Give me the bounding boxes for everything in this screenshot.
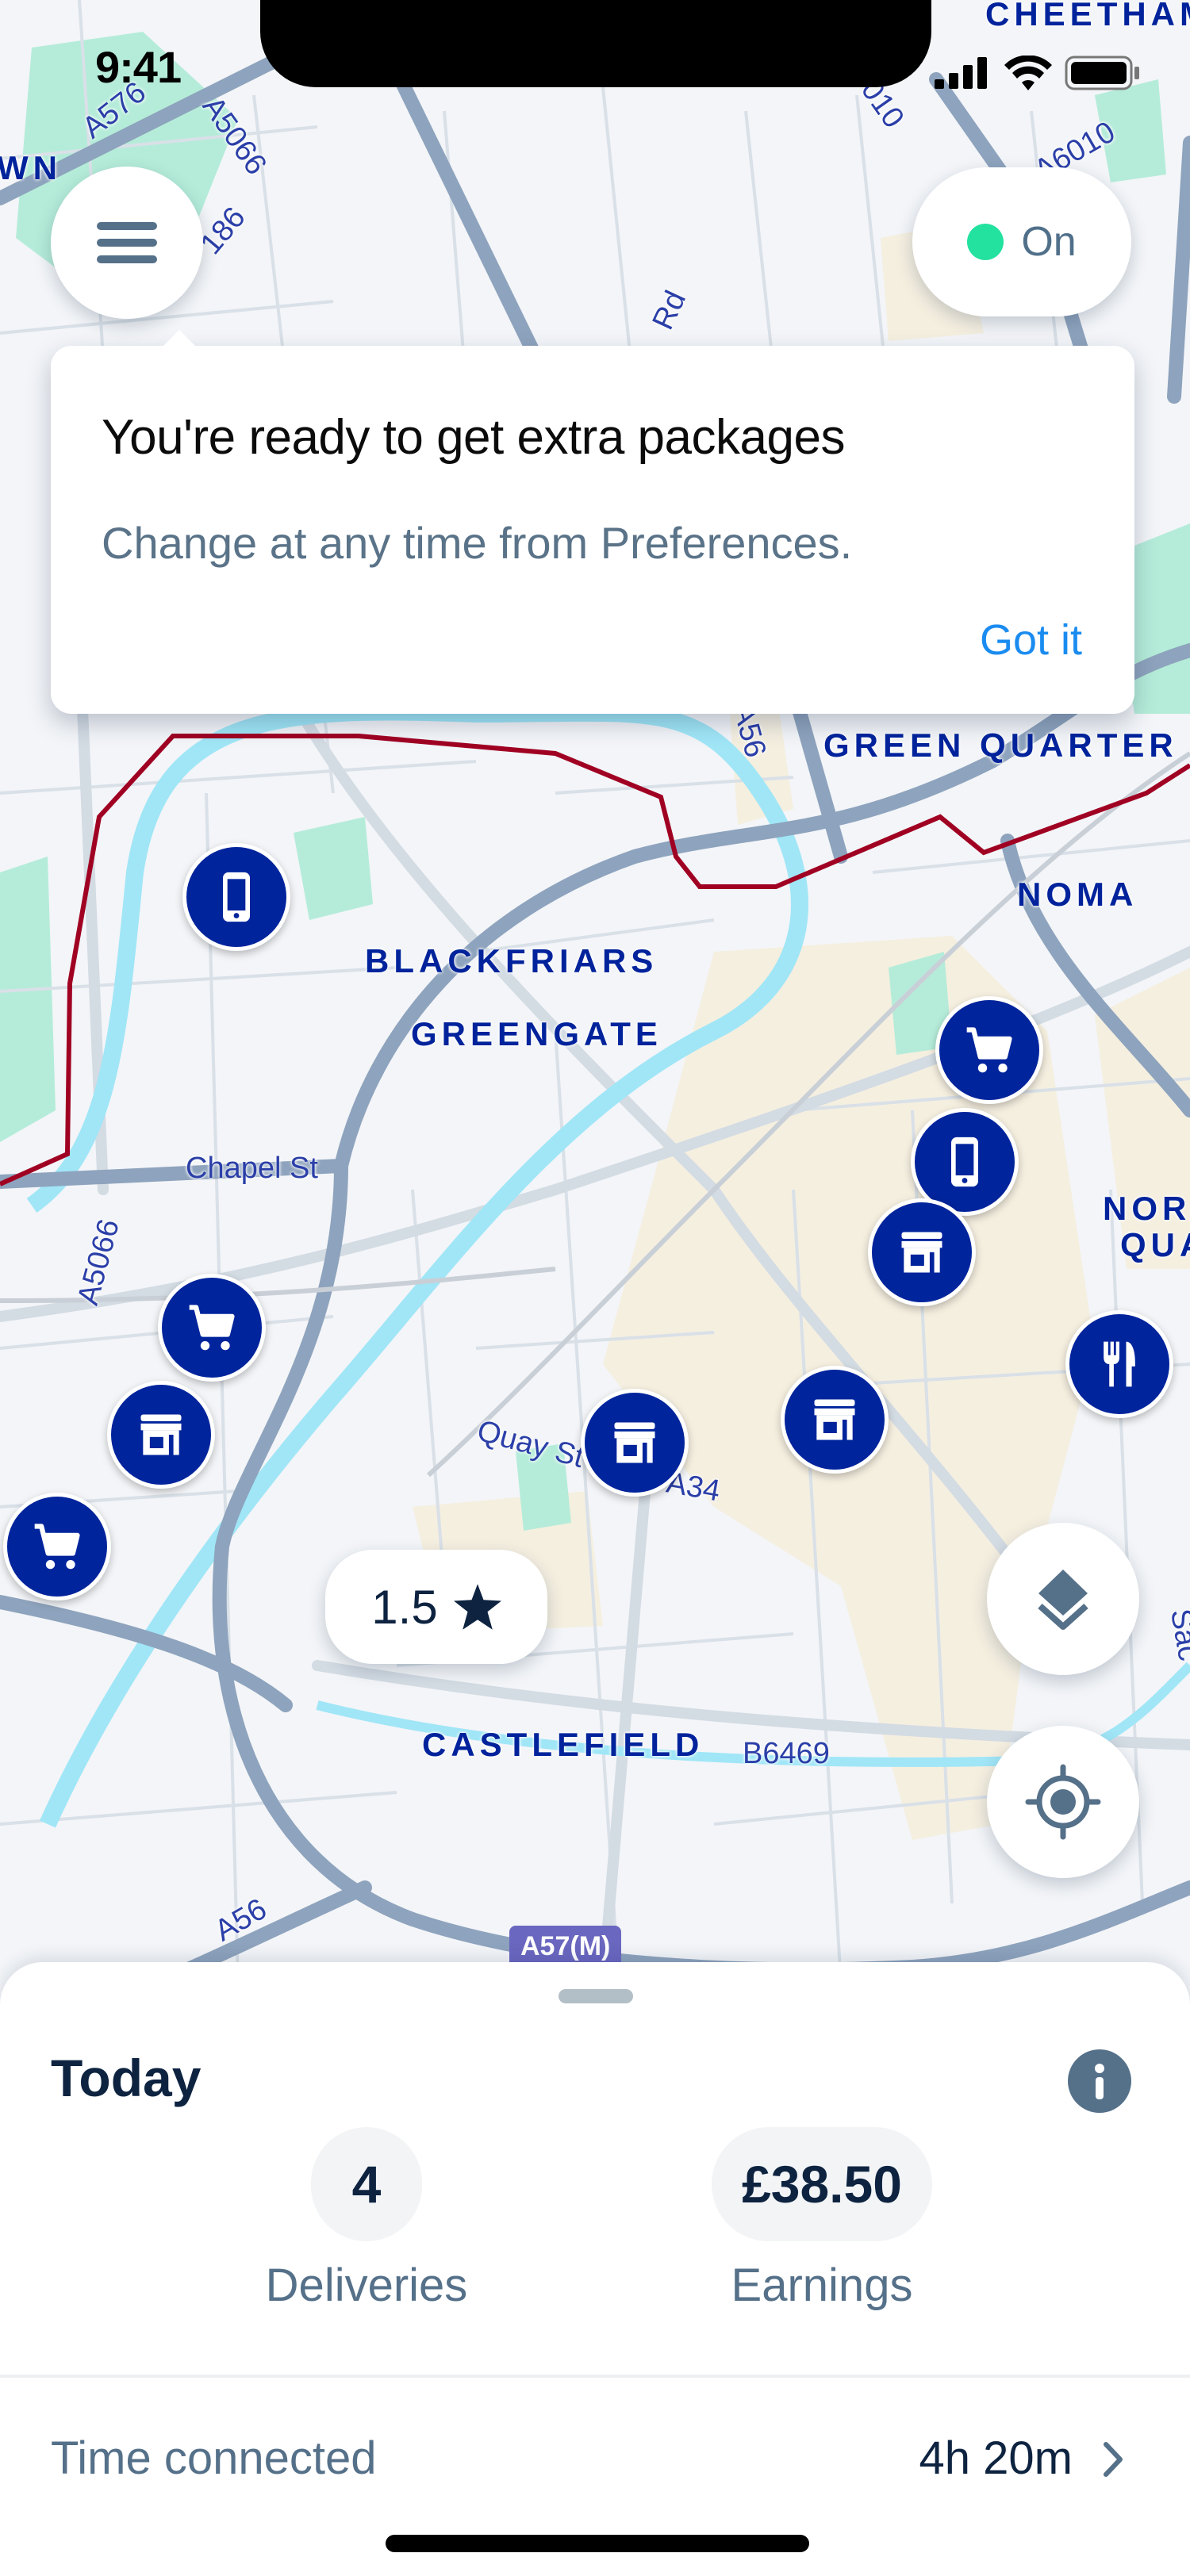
area-label-northern-quarter-1: NOR: [1103, 1190, 1190, 1227]
road-label-b6469: B6469: [743, 1737, 830, 1770]
recenter-location-button[interactable]: [987, 1726, 1139, 1878]
popup-title: You're ready to get extra packages: [102, 410, 845, 465]
area-label-northern-quarter-2: QUA: [1120, 1226, 1190, 1263]
deliveries-value: 4: [311, 2127, 422, 2241]
map-marker-store[interactable]: [581, 1389, 689, 1497]
earnings-label: Earnings: [731, 2260, 913, 2311]
crosshair-location-icon: [1025, 1764, 1101, 1840]
popup-pointer: [162, 330, 197, 347]
stat-deliveries: 4 Deliveries: [255, 2127, 478, 2312]
layers-icon: [1038, 1570, 1088, 1630]
area-label-blackfriars: BLACKFRIARS: [365, 942, 658, 979]
map-marker-store[interactable]: [107, 1381, 215, 1489]
map-marker-store[interactable]: [868, 1198, 976, 1306]
online-toggle[interactable]: On: [912, 167, 1131, 316]
today-summary-sheet: Today 4 Deliveries £38.50 Earnings Time …: [0, 1962, 1190, 2576]
map-marker-cart[interactable]: [935, 996, 1043, 1104]
store-icon: [901, 1232, 942, 1273]
phone-icon: [951, 1137, 978, 1187]
sheet-title: Today: [51, 2049, 202, 2107]
sheet-drag-handle[interactable]: [559, 1989, 633, 2003]
cart-icon: [189, 1305, 235, 1351]
battery-icon: [1065, 56, 1139, 90]
area-label-greengate: GREENGATE: [411, 1015, 662, 1052]
road-shield-a57m: A57(M): [509, 1926, 622, 1962]
food-icon: [1104, 1341, 1135, 1387]
map-marker-phone[interactable]: [182, 843, 290, 951]
hamburger-menu-icon: [97, 222, 157, 263]
area-label-green-quarter: GREEN QUARTER: [823, 726, 1178, 764]
cellular-signal-icon: [935, 57, 987, 89]
stat-earnings: £38.50 Earnings: [663, 2127, 981, 2312]
star-icon: [453, 1584, 501, 1630]
store-icon: [140, 1414, 182, 1455]
chevron-right-icon: [1104, 2442, 1123, 2477]
earnings-value: £38.50: [712, 2127, 932, 2241]
info-popup: You're ready to get extra packages Chang…: [51, 330, 1134, 714]
home-indicator: [386, 2535, 809, 2552]
map-marker-food[interactable]: [1065, 1310, 1173, 1418]
area-label-wn: WN: [0, 149, 62, 186]
wifi-icon: [1004, 56, 1052, 90]
rating-value: 1.5: [371, 1580, 438, 1634]
info-icon: [1095, 2064, 1104, 2099]
road-label-chapel-st: Chapel St: [186, 1152, 318, 1185]
area-label-noma: NOMA: [1017, 876, 1138, 913]
status-icons: [935, 51, 1141, 95]
cart-icon: [34, 1524, 80, 1570]
time-connected-label: Time connected: [51, 2432, 377, 2484]
store-icon: [814, 1399, 855, 1440]
online-toggle-label: On: [1021, 219, 1077, 265]
status-time: 9:41: [95, 42, 182, 92]
rating-badge[interactable]: 1.5: [325, 1550, 547, 1664]
phone-icon: [223, 872, 250, 922]
map-marker-cart[interactable]: [158, 1274, 266, 1382]
device-notch: [260, 0, 931, 87]
info-button[interactable]: [1068, 2049, 1131, 2113]
menu-button[interactable]: [51, 167, 203, 319]
map-marker-cart[interactable]: [3, 1493, 111, 1600]
deliveries-label: Deliveries: [265, 2260, 468, 2311]
area-label-cheetham: CHEETHAM: [985, 0, 1190, 33]
online-status-dot: [967, 224, 1004, 260]
sheet-divider: [0, 2375, 1190, 2378]
time-connected-row[interactable]: Time connected 4h 20m: [0, 2422, 1190, 2501]
got-it-button[interactable]: Got it: [980, 615, 1082, 665]
map-layers-button[interactable]: [987, 1523, 1139, 1675]
popup-subtitle: Change at any time from Preferences.: [102, 518, 853, 568]
cart-icon: [966, 1027, 1012, 1073]
map-marker-store[interactable]: [781, 1366, 889, 1474]
time-connected-value: 4h 20m: [919, 2432, 1073, 2484]
store-icon: [614, 1422, 655, 1463]
area-label-castlefield: CASTLEFIELD: [422, 1726, 704, 1763]
